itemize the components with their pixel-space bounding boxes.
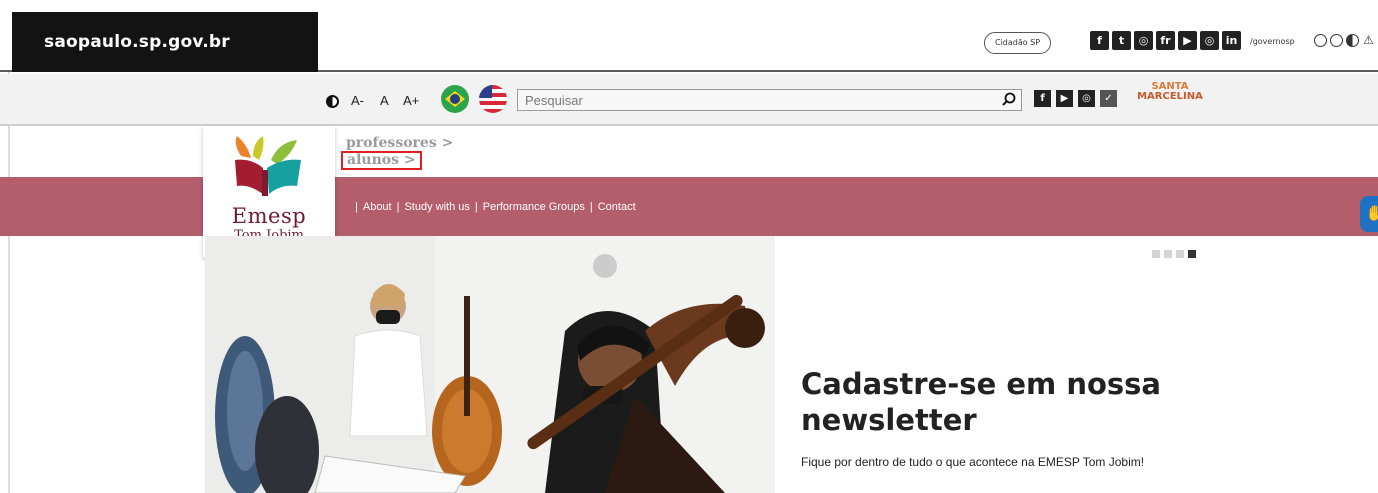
search-icon[interactable] <box>1002 92 1016 106</box>
youtube-icon[interactable]: ▶ <box>1056 90 1073 107</box>
gov-social-handle: /governosp <box>1250 37 1295 46</box>
gov-social-links: f t ◎ fr ▶ ◎ in <box>1090 31 1241 50</box>
partner-line-2: MARCELINA <box>1137 91 1203 102</box>
font-normal-button[interactable]: A <box>380 93 389 108</box>
santa-marcelina-logo[interactable]: SANTA MARCELINA <box>1134 82 1206 116</box>
usa-flag-icon[interactable] <box>479 85 507 113</box>
partner-tagline <box>1134 102 1206 107</box>
contrast-toggle-icon[interactable] <box>326 95 339 108</box>
font-increase-button[interactable]: A+ <box>403 93 419 108</box>
issuu-icon[interactable]: ◎ <box>1200 31 1219 50</box>
flickr-icon[interactable]: fr <box>1156 31 1175 50</box>
nav-about[interactable]: About <box>363 201 392 213</box>
hero-photo-musicians[interactable] <box>205 236 775 493</box>
gov-accessibility-tools: ⚠ <box>1314 34 1375 47</box>
nav-separator: | <box>355 201 358 213</box>
twitter-icon[interactable]: ✓ <box>1100 90 1117 107</box>
font-decrease-button[interactable]: A- <box>351 93 364 108</box>
slider-dot[interactable] <box>1164 250 1172 258</box>
breadcrumb-professores[interactable]: professores > <box>346 136 453 151</box>
nav-separator: | <box>474 201 478 213</box>
emesp-flower-mark <box>235 136 301 196</box>
nav-performance-groups[interactable]: Performance Groups <box>483 201 585 213</box>
slider-dot[interactable] <box>1176 250 1184 258</box>
breadcrumb: professores > alunos > <box>341 136 453 170</box>
slider-pagination <box>1152 250 1196 258</box>
facebook-icon[interactable]: f <box>1034 90 1051 107</box>
vlibras-hand-icon[interactable]: ✋ <box>1360 196 1378 232</box>
government-bar: saopaulo.sp.gov.br Cidadão SP f t ◎ fr ▶… <box>0 0 1378 72</box>
instagram-icon[interactable]: ◎ <box>1078 90 1095 107</box>
nav-contact[interactable]: Contact <box>598 201 636 213</box>
logo-wordmark: Emesp <box>231 204 307 228</box>
site-social-links: f ▶ ◎ ✓ <box>1034 90 1117 107</box>
slider-dot[interactable] <box>1152 250 1160 258</box>
breadcrumb-alunos[interactable]: alunos > <box>341 151 422 170</box>
instagram-icon[interactable]: ◎ <box>1134 31 1153 50</box>
warning-icon[interactable]: ⚠ <box>1362 34 1375 47</box>
contrast-icon[interactable] <box>1346 34 1359 47</box>
search-input[interactable] <box>518 90 988 110</box>
site-toolbar: A- A A+ f ▶ ◎ ✓ SANTA MARCELINA <box>0 74 1378 126</box>
nav-separator: | <box>396 201 400 213</box>
slider-dot-active[interactable] <box>1188 250 1196 258</box>
hero-photo-illustration <box>205 236 775 493</box>
youtube-icon[interactable]: ▶ <box>1178 31 1197 50</box>
facebook-icon[interactable]: f <box>1090 31 1109 50</box>
twitter-icon[interactable]: t <box>1112 31 1131 50</box>
cidadao-sp-button[interactable]: Cidadão SP <box>984 32 1052 54</box>
search-box <box>517 89 1022 111</box>
newsletter-description: Fique por dentro de tudo o que acontece … <box>801 455 1145 469</box>
gov-portal-logo[interactable]: saopaulo.sp.gov.br <box>12 12 318 72</box>
nav-separator: | <box>589 201 593 213</box>
sign-language-icon[interactable] <box>1314 34 1327 47</box>
brazil-flag-icon[interactable] <box>441 85 469 113</box>
audio-description-icon[interactable] <box>1330 34 1343 47</box>
linkedin-icon[interactable]: in <box>1222 31 1241 50</box>
newsletter-title: Cadastre-se em nossa newsletter <box>801 367 1161 437</box>
nav-study-with-us[interactable]: Study with us <box>404 201 469 213</box>
main-navigation: | About | Study with us | Performance Groups |… <box>350 201 636 213</box>
